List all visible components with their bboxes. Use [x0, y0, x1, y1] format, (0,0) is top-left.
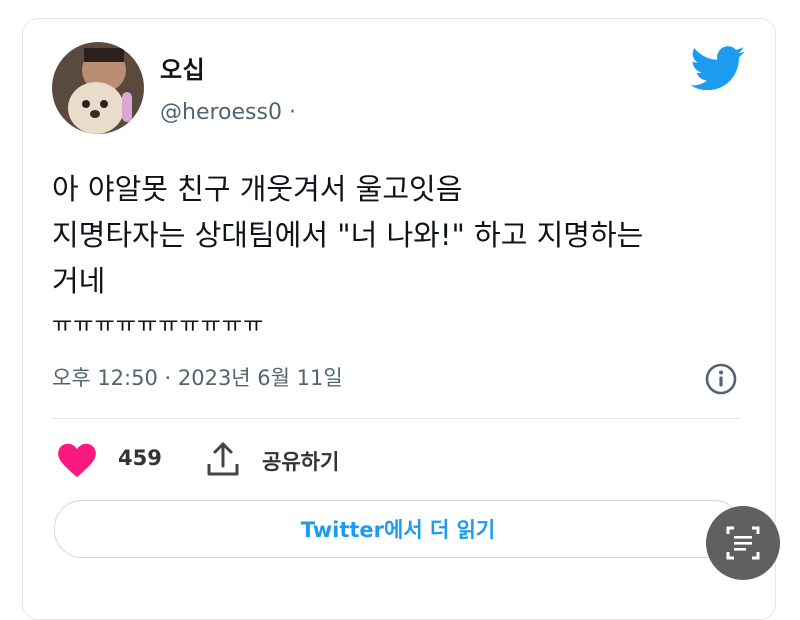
twitter-logo-icon[interactable] — [690, 46, 746, 92]
tweet-text-line: 거네 — [52, 264, 106, 298]
tweet-text-line: 지명타자는 상대팀에서 "너 나와!" 하고 지명하는 — [52, 218, 644, 252]
read-more-label: Twitter에서 더 읽기 — [300, 518, 496, 542]
scan-text-button[interactable] — [706, 506, 780, 580]
avatar[interactable] — [52, 42, 144, 134]
handle[interactable]: @heroess0 — [160, 100, 282, 125]
scan-text-icon — [726, 526, 760, 560]
display-name[interactable]: 오십 — [160, 50, 205, 85]
tweet-text-line: 아 야알못 친구 개웃겨서 울고잇음 — [52, 172, 463, 206]
share-button[interactable]: 공유하기 — [262, 446, 339, 476]
divider — [52, 418, 740, 419]
read-more-button[interactable]: Twitter에서 더 읽기 — [54, 500, 742, 558]
handle-separator: · — [288, 100, 296, 125]
tweet-text: 아 야알못 친구 개웃겨서 울고잇음 지명타자는 상대팀에서 "너 나와!" 하… — [52, 166, 742, 348]
share-icon[interactable] — [204, 440, 242, 480]
timestamp[interactable]: 오후 12:50 · 2023년 6월 11일 — [52, 362, 343, 392]
info-icon[interactable] — [704, 362, 738, 396]
handle-row: @heroess0 · — [160, 100, 296, 125]
tweet-text-line: ㅠㅠㅠㅠㅠㅠㅠㅠㅠㅠ — [52, 313, 265, 338]
like-count: 459 — [118, 446, 162, 470]
heart-icon[interactable] — [56, 442, 98, 478]
